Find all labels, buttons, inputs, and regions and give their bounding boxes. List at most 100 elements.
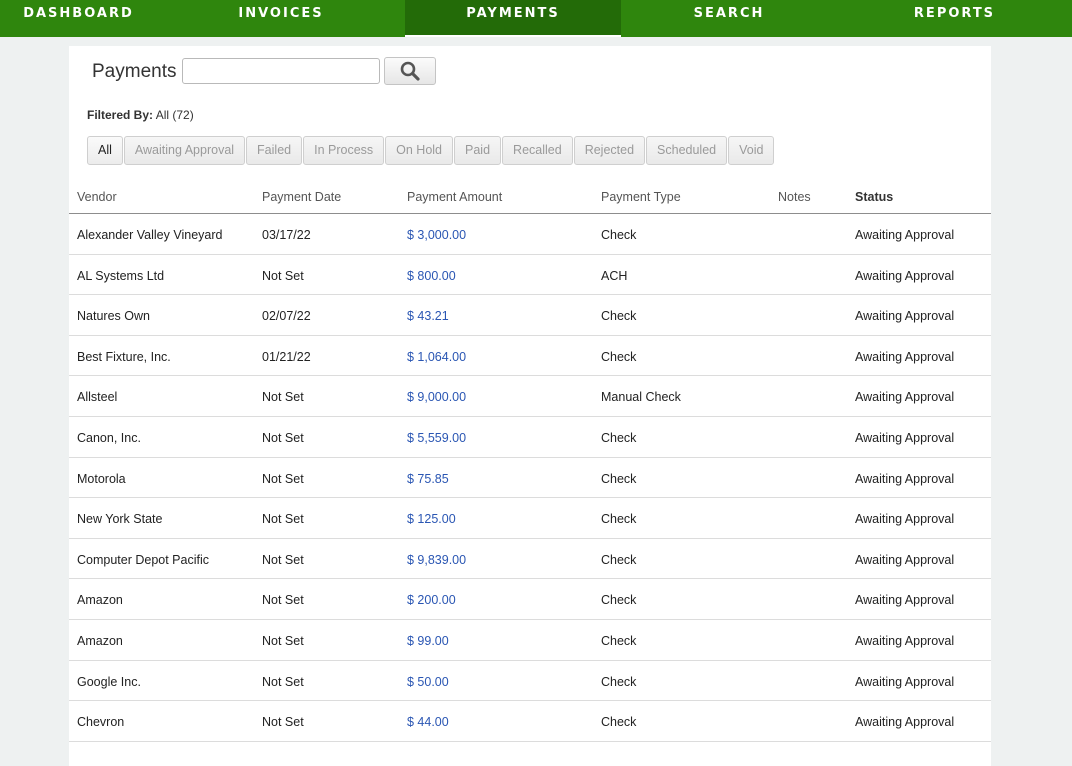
filter-paid[interactable]: Paid [454,136,502,165]
magnifier-icon [400,61,420,81]
vendor-cell: AL Systems Ltd [77,268,165,283]
payment-type-cell: Check [601,228,637,242]
vendor-cell: Canon, Inc. [77,430,141,445]
payment-date-cell: Not Set [262,674,304,689]
payment-amount-link[interactable]: $ 75.85 [407,472,449,486]
page-title: Payments [92,61,177,82]
table-body: Alexander Valley Vineyard 03/17/22 $ 3,000… [69,214,991,742]
payment-date-cell: Not Set [262,430,304,445]
filter-all[interactable]: All [87,136,123,165]
payment-amount-link[interactable]: $ 200.00 [407,593,456,607]
payment-amount-link[interactable]: $ 800.00 [407,269,456,283]
table-row[interactable]: Amazon Not Set $ 99.00 Check Awaiting Approv… [69,620,991,661]
payment-amount-link[interactable]: $ 9,839.00 [407,553,466,567]
nav-dashboard[interactable]: DASHBOARD [0,0,157,37]
status-cell: Awaiting Approval [855,430,955,445]
payment-amount-link[interactable]: $ 44.00 [407,715,449,729]
status-filter-bar: All Awaiting Approval Failed In Process … [87,136,775,165]
payment-amount-link[interactable]: $ 1,064.00 [407,350,466,364]
vendor-cell: Computer Depot Pacific [77,552,210,567]
header-payment-amount[interactable]: Payment Amount [407,190,502,204]
vendor-cell: Best Fixture, Inc. [77,349,171,364]
payment-date-cell: Not Set [262,471,304,486]
table-row[interactable]: Motorola Not Set $ 75.85 Check Awaiting Appr… [69,458,991,499]
payment-type-cell: Check [601,512,637,527]
table-row[interactable]: Best Fixture, Inc. 01/21/22 $ 1,064.00 Chec… [69,336,991,377]
nav-invoices[interactable]: INVOICES [157,0,405,37]
vendor-cell: Allsteel [77,390,118,405]
search-input[interactable] [182,58,380,84]
filter-recalled[interactable]: Recalled [502,136,573,165]
payment-type-cell: Check [601,309,637,324]
payment-date-cell: Not Set [262,715,304,730]
payment-date-cell: 03/17/22 [262,228,311,242]
filter-failed[interactable]: Failed [246,136,303,165]
vendor-cell: Alexander Valley Vineyard [77,228,223,242]
filtered-by: Filtered By: All (72) [87,108,194,122]
status-cell: Awaiting Approval [855,512,955,527]
filter-in-process[interactable]: In Process [303,136,385,165]
payment-amount-link[interactable]: $ 125.00 [407,512,456,526]
table-header: Vendor Payment Date Payment Amount Payme… [69,176,991,214]
status-cell: Awaiting Approval [855,633,955,648]
vendor-cell: Amazon [77,633,123,648]
search-button[interactable] [384,57,436,85]
payment-type-cell: Check [601,633,637,648]
payment-amount-link[interactable]: $ 5,559.00 [407,431,466,445]
payment-type-cell: Check [601,674,637,689]
payment-type-cell: ACH [601,268,628,283]
payment-type-cell: Manual Check [601,390,681,405]
payment-amount-link[interactable]: $ 9,000.00 [407,390,466,404]
status-cell: Awaiting Approval [855,715,955,730]
table-row[interactable]: Computer Depot Pacific Not Set $ 9,839.00 C… [69,539,991,580]
status-cell: Awaiting Approval [855,593,955,608]
payment-amount-link[interactable]: $ 99.00 [407,634,449,648]
payment-date-cell: 01/21/22 [262,349,311,364]
nav-payments[interactable]: PAYMENTS [405,0,621,37]
payment-amount-link[interactable]: $ 3,000.00 [407,228,466,242]
table-row[interactable]: Google Inc. Not Set $ 50.00 Check Awaiting A… [69,661,991,702]
table-row[interactable]: Natures Own 02/07/22 $ 43.21 Check Awaiting … [69,295,991,336]
filter-rejected[interactable]: Rejected [573,136,646,165]
table-row[interactable]: Chevron Not Set $ 44.00 Check Awaiting Appro… [69,701,991,742]
vendor-cell: Chevron [77,715,125,730]
vendor-cell: Amazon [77,593,123,608]
payment-type-cell: Check [601,593,637,608]
filter-void[interactable]: Void [728,136,775,165]
table-row[interactable]: Canon, Inc. Not Set $ 5,559.00 Check Awaitin… [69,417,991,458]
status-cell: Awaiting Approval [855,471,955,486]
payment-date-cell: Not Set [262,633,304,648]
status-cell: Awaiting Approval [855,552,955,567]
vendor-cell: Google Inc. [77,674,141,689]
filtered-by-label: Filtered By: [87,108,154,122]
payment-type-cell: Check [601,349,637,364]
table-row[interactable]: Allsteel Not Set $ 9,000.00 Manual Check Awa… [69,376,991,417]
status-cell: Awaiting Approval [855,228,955,242]
header-status[interactable]: Status [855,190,893,204]
payment-date-cell: Not Set [262,552,304,567]
filtered-by-value: All (72) [155,108,194,122]
payment-date-cell: 02/07/22 [262,309,311,324]
header-vendor[interactable]: Vendor [77,190,117,204]
payment-type-cell: Check [601,471,637,486]
status-cell: Awaiting Approval [855,309,955,324]
table-row[interactable]: AL Systems Ltd Not Set $ 800.00 ACH Awaiting… [69,255,991,296]
filter-on-hold[interactable]: On Hold [385,136,454,165]
payments-table: Vendor Payment Date Payment Amount Payme… [69,176,991,742]
payment-type-cell: Check [601,430,637,445]
payment-amount-link[interactable]: $ 50.00 [407,675,449,689]
payment-amount-link[interactable]: $ 43.21 [407,309,449,323]
nav-reports[interactable]: REPORTS [837,0,1072,37]
header-notes[interactable]: Notes [778,190,811,204]
header-payment-date[interactable]: Payment Date [262,190,341,204]
nav-search[interactable]: SEARCH [621,0,837,37]
table-row[interactable]: Alexander Valley Vineyard 03/17/22 $ 3,000… [69,214,991,255]
payment-type-cell: Check [601,552,637,567]
table-row[interactable]: New York State Not Set $ 125.00 Check Awaiti… [69,498,991,539]
vendor-cell: Natures Own [77,309,150,324]
filter-awaiting-approval[interactable]: Awaiting Approval [123,136,246,165]
payment-date-cell: Not Set [262,268,304,283]
header-payment-type[interactable]: Payment Type [601,190,681,204]
table-row[interactable]: Amazon Not Set $ 200.00 Check Awaiting Appro… [69,579,991,620]
filter-scheduled[interactable]: Scheduled [646,136,728,165]
